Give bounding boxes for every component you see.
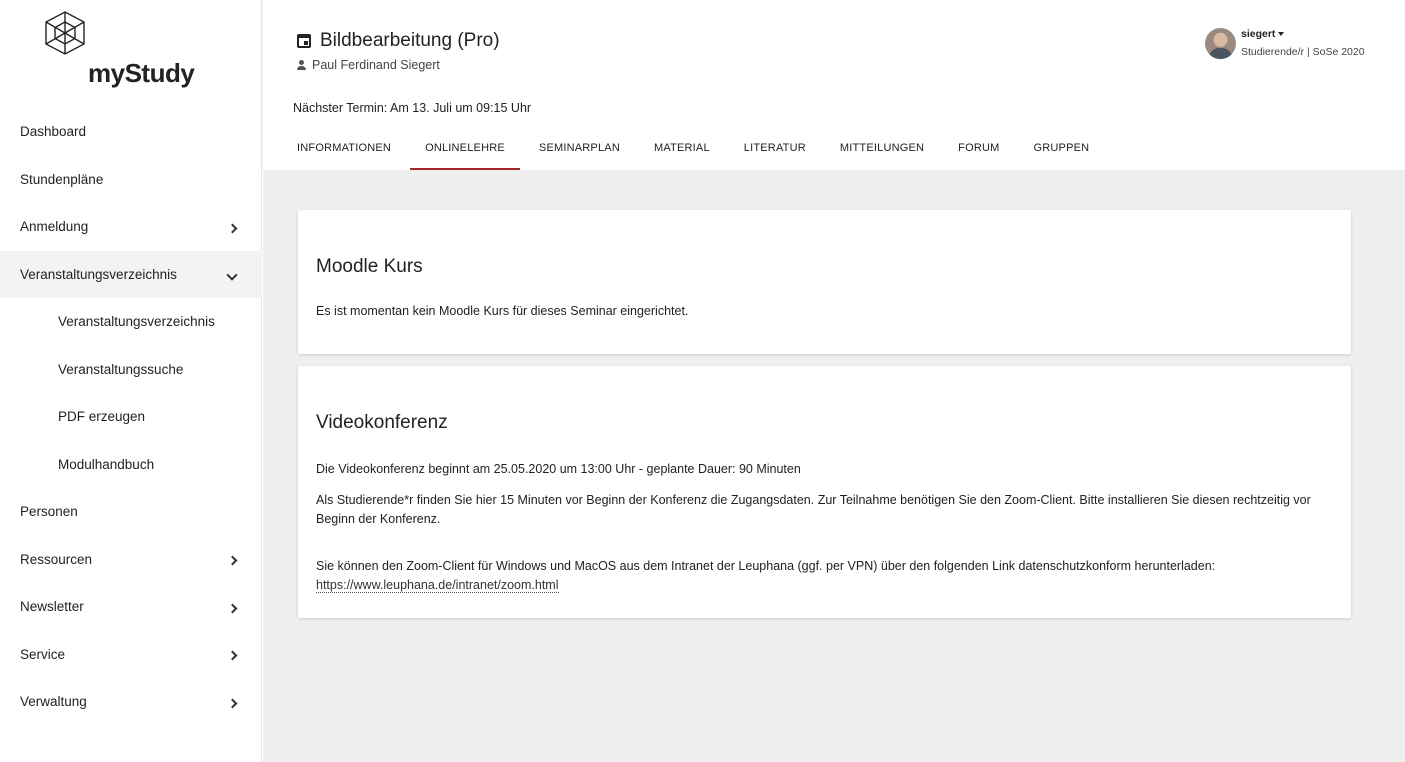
video-card-download-info: Sie können den Zoom-Client für Windows u… [316,557,1326,595]
sidebar-item-verwaltung[interactable]: Verwaltung [0,678,262,726]
user-name-text: siegert [1241,28,1276,40]
next-date: Nächster Termin: Am 13. Juli um 09:15 Uh… [293,101,532,115]
video-card-title: Videokonferenz [316,412,448,433]
sidebar-item-label: Anmeldung [20,219,89,235]
chevron-right-icon [226,551,238,567]
course-tabs: INFORMATIONEN ONLINELEHRE SEMINARPLAN MA… [297,132,1123,170]
teacher-name: Paul Ferdinand Siegert [312,58,440,72]
moodle-card: Moodle Kurs Es ist momentan kein Moodle … [298,210,1351,354]
avatar[interactable] [1205,28,1236,59]
chevron-right-icon [226,646,238,662]
video-card-info: Als Studierende*r finden Sie hier 15 Min… [316,493,1311,526]
logo[interactable]: myStudy [0,0,262,105]
sidebar-item-label: Verwaltung [20,694,87,710]
tab-seminarplan[interactable]: SEMINARPLAN [539,132,620,170]
sidebar-item-personen[interactable]: Personen [0,488,262,536]
teacher: Paul Ferdinand Siegert [297,58,440,72]
moodle-card-text: Es ist momentan kein Moodle Kurs für die… [316,304,689,318]
chevron-right-icon [226,599,238,615]
sidebar-subitem-veranstaltungssuche[interactable]: Veranstaltungssuche [0,346,262,394]
tab-forum[interactable]: FORUM [958,132,999,170]
course-header: Bildbearbeitung (Pro) Paul Ferdinand Sie… [263,0,1405,170]
user-role: Studierende/r | SoSe 2020 [1241,46,1365,58]
logo-text: myStudy [88,58,195,88]
tab-informationen[interactable]: INFORMATIONEN [297,132,391,170]
tab-material[interactable]: MATERIAL [654,132,710,170]
person-icon [297,60,306,70]
sidebar-item-label: PDF erzeugen [58,409,146,425]
zoom-download-link[interactable]: https://www.leuphana.de/intranet/zoom.ht… [316,578,559,593]
sidebar-nav: Dashboard Stundenpläne Anmeldung Veranst… [0,108,262,726]
sidebar-item-veranstaltungsverzeichnis[interactable]: Veranstaltungsverzeichnis [0,250,262,298]
sidebar-item-label: Stundenpläne [20,171,104,187]
sidebar-subitem-modulhandbuch[interactable]: Modulhandbuch [0,441,262,489]
sidebar-item-label: Newsletter [20,599,84,615]
main-content: Moodle Kurs Es ist momentan kein Moodle … [263,170,1405,762]
sidebar-item-newsletter[interactable]: Newsletter [0,583,262,631]
video-card-download-text: Sie können den Zoom-Client für Windows u… [316,559,1216,573]
tab-gruppen[interactable]: GRUPPEN [1034,132,1090,170]
sidebar-item-label: Dashboard [20,124,87,140]
sidebar-item-ressourcen[interactable]: Ressourcen [0,536,262,584]
tab-mitteilungen[interactable]: MITTEILUNGEN [840,132,924,170]
sidebar-item-label: Veranstaltungssuche [58,361,184,377]
chevron-right-icon [226,219,238,235]
course-title: Bildbearbeitung (Pro) [297,30,500,52]
tab-onlinelehre[interactable]: ONLINELEHRE [410,132,520,170]
moodle-card-title: Moodle Kurs [316,256,423,277]
sidebar-item-label: Veranstaltungsverzeichnis [58,314,215,330]
course-title-text: Bildbearbeitung (Pro) [320,30,500,51]
chevron-down-icon [226,266,238,282]
calendar-icon [297,34,311,48]
chevron-right-icon [226,694,238,710]
sidebar-item-label: Ressourcen [20,551,93,567]
sidebar-item-label: Modulhandbuch [58,456,155,472]
sidebar-item-service[interactable]: Service [0,631,262,679]
sidebar-item-stundenplaene[interactable]: Stundenpläne [0,156,262,204]
video-card-schedule: Die Videokonferenz beginnt am 25.05.2020… [316,462,801,476]
user-name[interactable]: siegert [1241,28,1285,40]
sidebar-subitem-veranstaltungsverzeichnis[interactable]: Veranstaltungsverzeichnis [0,298,262,346]
sidebar-subitem-pdf-erzeugen[interactable]: PDF erzeugen [0,393,262,441]
sidebar-item-anmeldung[interactable]: Anmeldung [0,203,262,251]
caret-down-icon [1278,32,1285,37]
sidebar-item-dashboard[interactable]: Dashboard [0,108,262,156]
sidebar-item-label: Personen [20,504,78,520]
sidebar-item-label: Service [20,646,66,662]
cube-logo-icon [45,11,85,55]
sidebar-item-label: Veranstaltungsverzeichnis [20,266,177,282]
video-conference-card: Videokonferenz Die Videokonferenz beginn… [298,366,1351,618]
user-menu[interactable]: siegert Studierende/r | SoSe 2020 [1205,28,1405,68]
sidebar: myStudy Dashboard Stundenpläne Anmeldung… [0,0,262,762]
tab-literatur[interactable]: LITERATUR [744,132,806,170]
